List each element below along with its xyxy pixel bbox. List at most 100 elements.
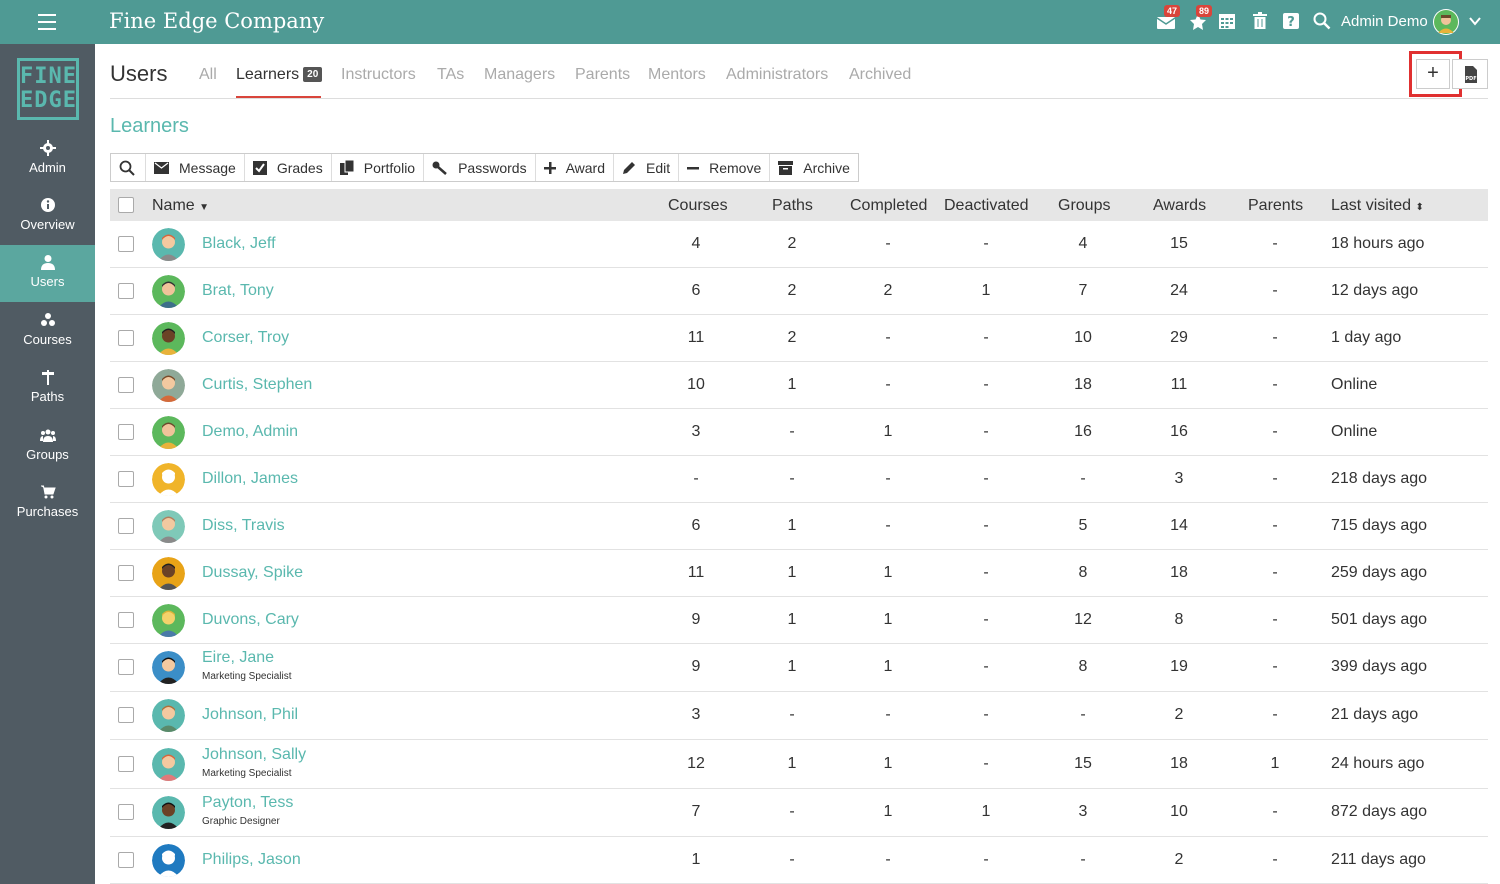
- row-checkbox[interactable]: [118, 659, 134, 675]
- user-name-link[interactable]: Demo, Admin: [202, 423, 298, 441]
- sidebar-item-users[interactable]: Users: [0, 245, 95, 302]
- archive-button[interactable]: Archive: [770, 154, 858, 181]
- row-checkbox[interactable]: [118, 804, 134, 820]
- row-checkbox[interactable]: [118, 423, 134, 440]
- cell-awards: 2: [1174, 850, 1184, 868]
- user-name-link[interactable]: Payton, Tess: [202, 794, 293, 812]
- avatar[interactable]: [152, 747, 185, 781]
- column-awards[interactable]: Awards: [1153, 197, 1206, 215]
- notifications-icon[interactable]: 89: [1188, 5, 1213, 32]
- menu-icon[interactable]: [38, 14, 56, 30]
- select-all-checkbox[interactable]: [118, 197, 134, 213]
- message-button[interactable]: Message: [146, 154, 245, 181]
- user-name-link[interactable]: Johnson, Phil: [202, 706, 298, 724]
- column-deactivated[interactable]: Deactivated: [944, 197, 1029, 215]
- column-courses[interactable]: Courses: [668, 197, 728, 215]
- cell-courses: 1: [691, 850, 701, 868]
- user-avatar[interactable]: [1433, 9, 1459, 35]
- user-name-link[interactable]: Philips, Jason: [202, 851, 301, 869]
- user-name-link[interactable]: Diss, Travis: [202, 517, 285, 535]
- row-checkbox[interactable]: [118, 564, 134, 581]
- avatar[interactable]: [152, 415, 185, 449]
- avatar[interactable]: [152, 321, 185, 355]
- row-checkbox[interactable]: [118, 707, 134, 723]
- trash-icon[interactable]: [1251, 12, 1271, 32]
- row-checkbox[interactable]: [118, 611, 134, 628]
- remove-button[interactable]: Remove: [679, 154, 771, 181]
- column-name[interactable]: Name ▼: [152, 197, 209, 215]
- row-checkbox[interactable]: [118, 235, 134, 252]
- avatar[interactable]: [152, 462, 185, 496]
- row-checkbox[interactable]: [118, 470, 134, 487]
- sidebar-item-overview[interactable]: Overview: [0, 188, 95, 245]
- column-last-visited[interactable]: Last visited ⬍: [1331, 197, 1424, 215]
- row-checkbox[interactable]: [118, 755, 134, 772]
- tab-tas[interactable]: TAs: [437, 66, 464, 84]
- column-groups[interactable]: Groups: [1058, 197, 1110, 215]
- user-name[interactable]: Admin Demo: [1341, 13, 1428, 30]
- row-checkbox[interactable]: [118, 851, 134, 868]
- column-parents[interactable]: Parents: [1248, 197, 1303, 215]
- tab-all[interactable]: All: [199, 66, 217, 84]
- user-name-link[interactable]: Duvons, Cary: [202, 611, 299, 629]
- avatar[interactable]: [152, 699, 185, 732]
- user-name-link[interactable]: Eire, Jane: [202, 649, 274, 667]
- tab-managers[interactable]: Managers: [484, 66, 555, 84]
- logo-line-2: EDGE: [20, 88, 77, 113]
- user-name-link[interactable]: Curtis, Stephen: [202, 376, 312, 394]
- group-icon: [39, 429, 56, 442]
- avatar[interactable]: [152, 603, 185, 637]
- user-name-link[interactable]: Dillon, James: [202, 470, 298, 488]
- grades-button[interactable]: Grades: [245, 154, 332, 181]
- tab-learners[interactable]: Learners 20: [236, 66, 323, 84]
- user-name-link[interactable]: Black, Jeff: [202, 235, 276, 253]
- sidebar-item-paths[interactable]: Paths: [0, 360, 95, 417]
- passwords-button[interactable]: Passwords: [424, 154, 536, 181]
- envelope-icon: [154, 161, 169, 174]
- cell-paths: -: [789, 850, 795, 868]
- avatar[interactable]: [152, 651, 185, 684]
- avatar[interactable]: [152, 509, 185, 543]
- tab-parents[interactable]: Parents: [575, 66, 630, 84]
- row-checkbox[interactable]: [118, 517, 134, 534]
- logo[interactable]: FINE EDGE: [17, 58, 79, 120]
- row-checkbox[interactable]: [118, 282, 134, 299]
- search-button[interactable]: [111, 154, 146, 181]
- user-name-link[interactable]: Brat, Tony: [202, 282, 274, 300]
- sidebar-item-label: Users: [30, 274, 65, 289]
- tab-archived[interactable]: Archived: [849, 66, 911, 84]
- sidebar-item-purchases[interactable]: Purchases: [0, 475, 95, 532]
- sidebar-item-courses[interactable]: Courses: [0, 303, 95, 360]
- calendar-icon[interactable]: [1218, 12, 1238, 32]
- user-name-link[interactable]: Dussay, Spike: [202, 564, 303, 582]
- avatar[interactable]: [152, 556, 185, 590]
- avatar[interactable]: [152, 368, 185, 402]
- add-user-button[interactable]: +: [1416, 59, 1450, 89]
- avatar[interactable]: [152, 274, 185, 308]
- sidebar-item-admin[interactable]: Admin: [0, 131, 95, 188]
- tab-instructors[interactable]: Instructors: [341, 66, 416, 84]
- avatar[interactable]: [152, 227, 185, 261]
- avatar[interactable]: [152, 796, 185, 829]
- award-button[interactable]: Award: [536, 154, 614, 181]
- cell-parents: -: [1272, 803, 1278, 820]
- export-pdf-button[interactable]: PDF: [1452, 59, 1488, 89]
- row-checkbox[interactable]: [118, 376, 134, 393]
- chevron-down-icon[interactable]: [1468, 14, 1482, 33]
- tab-mentors[interactable]: Mentors: [648, 66, 706, 84]
- avatar[interactable]: [152, 843, 185, 877]
- user-name-link[interactable]: Corser, Troy: [202, 329, 289, 347]
- search-icon[interactable]: [1313, 12, 1333, 32]
- cell-parents: -: [1272, 516, 1278, 534]
- tab-administrators[interactable]: Administrators: [726, 66, 828, 84]
- row-checkbox[interactable]: [118, 329, 134, 346]
- user-name-link[interactable]: Johnson, Sally: [202, 746, 306, 764]
- column-paths[interactable]: Paths: [772, 197, 813, 215]
- column-completed[interactable]: Completed: [850, 197, 927, 215]
- sidebar-item-groups[interactable]: Groups: [0, 418, 95, 475]
- help-icon[interactable]: ?: [1282, 12, 1302, 32]
- portfolio-button[interactable]: Portfolio: [332, 154, 425, 181]
- messages-icon[interactable]: 47: [1156, 5, 1181, 32]
- edit-button[interactable]: Edit: [614, 154, 680, 181]
- cell-awards: 3: [1174, 469, 1184, 487]
